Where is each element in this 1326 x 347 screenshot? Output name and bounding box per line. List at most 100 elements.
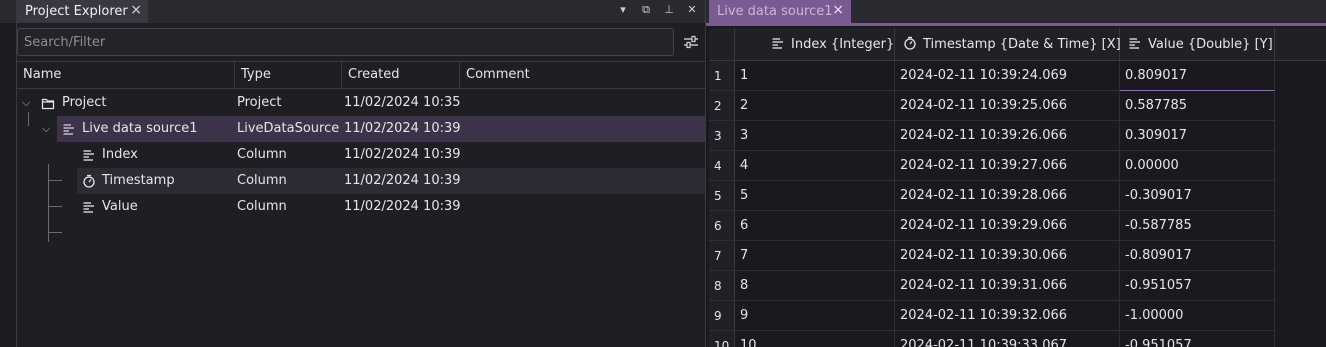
cell-index[interactable]: 6 (735, 211, 895, 241)
column-header-empty (1275, 28, 1326, 61)
cell-timestamp[interactable]: 2024-02-11 10:39:31.066 (895, 271, 1120, 301)
close-icon[interactable]: × (130, 2, 142, 18)
folder-icon (41, 98, 55, 110)
filter-options-icon[interactable] (681, 31, 701, 53)
cell-timestamp[interactable]: 2024-02-11 10:39:33.067 (895, 331, 1120, 347)
tree-item-label: Project (62, 95, 107, 110)
tree-item-type: Column (237, 199, 287, 214)
spreadsheet-grid: Index {Integer} [X] Timestamp {Date & Ti… (709, 28, 1326, 347)
cell-timestamp[interactable]: 2024-02-11 10:39:32.066 (895, 301, 1120, 331)
tree-row-index[interactable]: Index Column 11/02/2024 10:39 (17, 142, 706, 168)
tree-header: Name Type Created Comment (17, 62, 706, 89)
spreadsheet-icon (63, 124, 74, 135)
cell-value[interactable]: 0.309017 (1120, 121, 1275, 151)
project-tree: Name Type Created Comment ⌵ Project Proj… (17, 61, 706, 347)
tree-item-created: 11/02/2024 10:39 (344, 147, 461, 162)
tree-item-label: Timestamp (102, 173, 175, 188)
chevron-down-icon[interactable]: ⌵ (42, 116, 50, 142)
tree-item-label: Index (102, 147, 138, 162)
cell-index[interactable]: 9 (735, 301, 895, 331)
stopwatch-icon (83, 174, 95, 188)
cell-index[interactable]: 4 (735, 151, 895, 181)
cell-value[interactable]: 0.809017 (1120, 61, 1275, 91)
document-tab-bar: Live data source1 × (706, 0, 1326, 23)
pin-icon[interactable]: ⊥ (662, 3, 676, 17)
cell-timestamp[interactable]: 2024-02-11 10:39:25.066 (895, 91, 1120, 121)
grid-corner[interactable] (709, 28, 735, 61)
tree-row-value[interactable]: Value Column 11/02/2024 10:39 (17, 194, 706, 220)
row-number[interactable]: 8 (709, 271, 735, 301)
cell-value[interactable]: 0.587785 (1120, 91, 1275, 121)
tree-item-created: 11/02/2024 10:39 (344, 121, 461, 136)
row-number[interactable]: 5 (709, 181, 735, 211)
tree-item-type: LiveDataSource (237, 121, 340, 136)
column-header-created[interactable]: Created (342, 62, 460, 88)
tree-item-created: 11/02/2024 10:39 (344, 199, 461, 214)
tab-accent-bar (706, 23, 1326, 26)
row-number[interactable]: 3 (709, 121, 735, 151)
dock-menu-icon[interactable]: ▾ (616, 3, 630, 17)
close-panel-icon[interactable]: ✕ (685, 3, 699, 17)
dock-controls: ▾ ⧉ ⊥ ✕ (616, 3, 699, 17)
search-filter-input[interactable] (17, 28, 674, 56)
row-number[interactable]: 6 (709, 211, 735, 241)
cell-value[interactable]: 0.00000 (1120, 151, 1275, 181)
cell-index[interactable]: 10 (735, 331, 895, 347)
dock-title-bar: Project Explorer × ▾ ⧉ ⊥ ✕ (0, 0, 705, 23)
row-number[interactable]: 7 (709, 241, 735, 271)
row-number[interactable]: 9 (709, 301, 735, 331)
cell-value[interactable]: -0.587785 (1120, 211, 1275, 241)
cell-index[interactable]: 7 (735, 241, 895, 271)
cell-index[interactable]: 8 (735, 271, 895, 301)
tree-guide-line (48, 232, 62, 233)
row-number[interactable]: 2 (709, 91, 735, 121)
column-header-value[interactable]: Value {Double} [Y] (1120, 28, 1275, 61)
cell-index[interactable]: 1 (735, 61, 895, 91)
column-header-label: Timestamp {Date & Time} [X] (923, 37, 1121, 52)
cell-value[interactable]: -0.951057 (1120, 331, 1275, 347)
row-number[interactable]: 1 (709, 61, 735, 91)
tree-item-created: 11/02/2024 10:35 (344, 95, 461, 110)
tree-item-type: Column (237, 147, 287, 162)
row-number[interactable]: 10 (709, 331, 735, 347)
column-header-label: Value {Double} [Y] (1148, 37, 1273, 52)
column-text-icon (772, 38, 783, 49)
project-explorer-tab-label: Project Explorer (25, 4, 128, 19)
column-header-name[interactable]: Name (17, 62, 235, 88)
cell-index[interactable]: 2 (735, 91, 895, 121)
tree-item-label: Live data source1 (82, 121, 198, 136)
float-window-icon[interactable]: ⧉ (639, 3, 653, 17)
row-number[interactable]: 4 (709, 151, 735, 181)
cell-timestamp[interactable]: 2024-02-11 10:39:26.066 (895, 121, 1120, 151)
cell-timestamp[interactable]: 2024-02-11 10:39:24.069 (895, 61, 1120, 91)
cell-timestamp[interactable]: 2024-02-11 10:39:30.066 (895, 241, 1120, 271)
close-icon[interactable]: × (832, 2, 844, 18)
cell-timestamp[interactable]: 2024-02-11 10:39:27.066 (895, 151, 1120, 181)
tree-item-created: 11/02/2024 10:39 (344, 173, 461, 188)
live-data-source-tab-label: Live data source1 (717, 4, 833, 19)
column-text-icon (83, 150, 94, 161)
cell-timestamp[interactable]: 2024-02-11 10:39:28.066 (895, 181, 1120, 211)
cell-index[interactable]: 3 (735, 121, 895, 151)
chevron-down-icon[interactable]: ⌵ (22, 90, 30, 116)
cell-value[interactable]: -1.00000 (1120, 301, 1275, 331)
column-text-icon (1129, 38, 1140, 49)
cell-value[interactable]: -0.809017 (1120, 241, 1275, 271)
project-explorer-tab[interactable]: Project Explorer × (16, 0, 148, 23)
tree-item-type: Project (237, 95, 282, 110)
cell-value[interactable]: -0.951057 (1120, 271, 1275, 301)
cell-timestamp[interactable]: 2024-02-11 10:39:29.066 (895, 211, 1120, 241)
cell-index[interactable]: 5 (735, 181, 895, 211)
cell-value[interactable]: -0.309017 (1120, 181, 1275, 211)
column-header-type[interactable]: Type (235, 62, 342, 88)
column-header-comment[interactable]: Comment (460, 62, 706, 88)
project-explorer-body: Name Type Created Comment ⌵ Project Proj… (16, 23, 706, 347)
tree-item-type: Column (237, 173, 287, 188)
column-header-timestamp[interactable]: Timestamp {Date & Time} [X] (895, 28, 1121, 61)
tree-row-timestamp-content: Timestamp Column 11/02/2024 10:39 (17, 168, 706, 194)
live-data-source-tab[interactable]: Live data source1 × (709, 0, 851, 23)
tree-item-label: Value (102, 199, 138, 214)
column-header-index[interactable]: Index {Integer} [X] (735, 28, 917, 61)
tree-row-project[interactable]: ⌵ Project Project 11/02/2024 10:35 (17, 90, 706, 116)
stopwatch-icon (904, 36, 916, 50)
